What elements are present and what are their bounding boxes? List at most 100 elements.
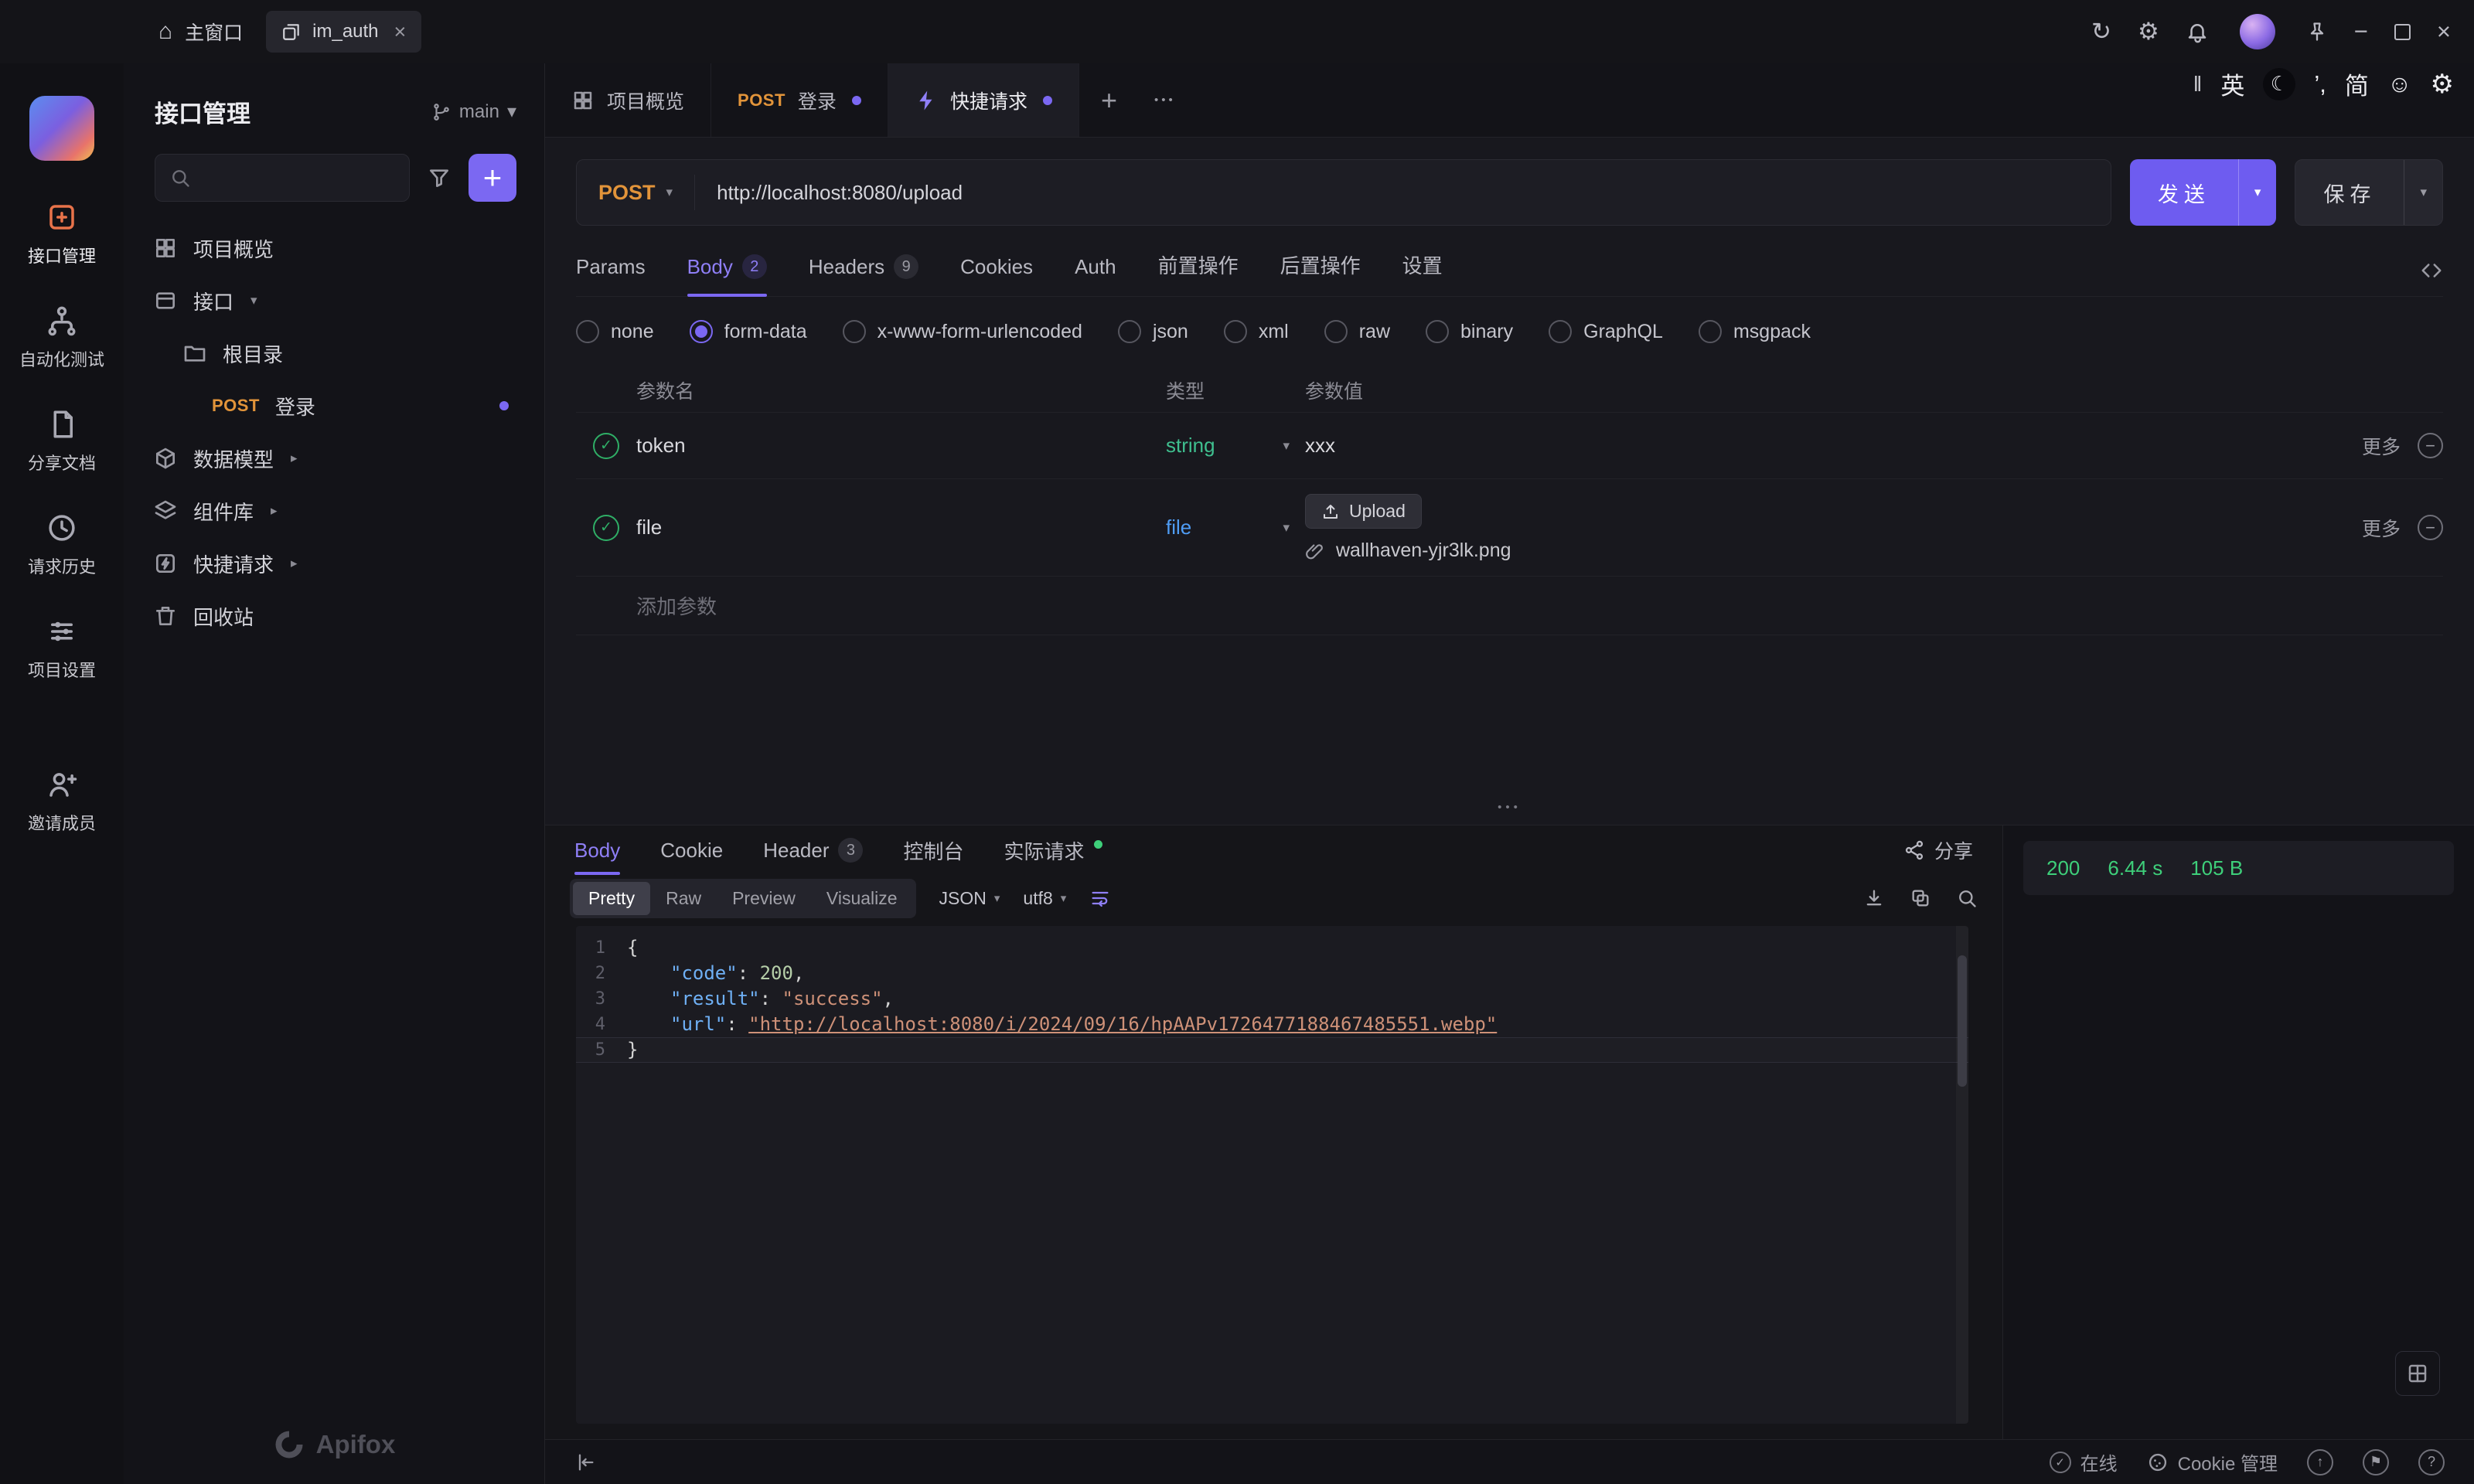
- layout-toggle-button[interactable]: [2395, 1351, 2440, 1396]
- rail-item-automated-testing[interactable]: 自动化测试: [19, 305, 104, 371]
- collapse-sidebar-icon[interactable]: [574, 1452, 596, 1473]
- maximize-button[interactable]: [2394, 23, 2411, 40]
- ime-charset-indicator[interactable]: 简: [2345, 66, 2369, 101]
- tab-auth[interactable]: Auth: [1075, 255, 1116, 296]
- tab-quick-request[interactable]: 快捷请求: [888, 63, 1079, 137]
- url-input[interactable]: http://localhost:8080/upload: [695, 181, 984, 205]
- method-select[interactable]: POST ▾: [577, 181, 694, 205]
- scrollbar[interactable]: [1956, 926, 1968, 1424]
- radio-binary[interactable]: binary: [1426, 320, 1513, 343]
- sidebar-item-project-overview[interactable]: 项目概览: [136, 222, 532, 274]
- upload-button[interactable]: Upload: [1305, 493, 1422, 529]
- tab-params[interactable]: Params: [576, 255, 646, 296]
- online-status[interactable]: ✓ 在线: [2049, 1448, 2118, 1475]
- format-select[interactable]: JSON ▾: [939, 888, 1000, 909]
- enabled-check-icon[interactable]: ✓: [593, 514, 619, 541]
- send-options-button[interactable]: ▾: [2237, 159, 2277, 226]
- avatar[interactable]: [2239, 14, 2275, 49]
- tab-response-cookie[interactable]: Cookie: [660, 825, 723, 875]
- sidebar-item-apis[interactable]: 接口 ▾: [136, 274, 532, 327]
- sidebar-item-root-folder[interactable]: 根目录: [136, 327, 532, 380]
- code-view-button[interactable]: [2420, 259, 2443, 296]
- param-value[interactable]: xxx: [1305, 434, 2304, 458]
- copy-icon[interactable]: [1910, 887, 1931, 909]
- pin-icon[interactable]: [2306, 21, 2328, 43]
- filter-button[interactable]: [427, 165, 452, 190]
- branch-selector[interactable]: main ▾: [431, 100, 516, 123]
- new-tab-button[interactable]: +: [1079, 63, 1139, 137]
- radio-xml[interactable]: xml: [1223, 320, 1289, 343]
- cookie-manager-button[interactable]: Cookie 管理: [2147, 1448, 2278, 1475]
- feedback-icon[interactable]: ⚑: [2363, 1448, 2389, 1475]
- word-wrap-button[interactable]: [1089, 887, 1111, 909]
- tab-headers[interactable]: Headers 9: [809, 254, 919, 296]
- mode-preview[interactable]: Preview: [717, 882, 811, 915]
- tab-response-header[interactable]: Header 3: [763, 825, 864, 875]
- encoding-select[interactable]: utf8 ▾: [1023, 888, 1066, 909]
- save-options-button[interactable]: ▾: [2404, 160, 2442, 225]
- close-tab-icon[interactable]: ×: [394, 20, 407, 44]
- sidebar-item-components[interactable]: 组件库 ▸: [136, 485, 532, 537]
- download-icon[interactable]: [1863, 887, 1885, 909]
- radio-raw[interactable]: raw: [1324, 320, 1390, 343]
- param-name[interactable]: token: [636, 434, 1166, 458]
- tab-response-body[interactable]: Body: [574, 825, 621, 875]
- main-window-button[interactable]: ⌂ 主窗口: [158, 18, 243, 46]
- rail-item-invite-members[interactable]: 邀请成员: [28, 768, 96, 835]
- emoji-icon[interactable]: ☺: [2387, 70, 2412, 98]
- mode-visualize[interactable]: Visualize: [811, 882, 913, 915]
- tab-actual-request[interactable]: 实际请求: [1004, 825, 1102, 875]
- remove-row-icon[interactable]: −: [2418, 433, 2443, 458]
- tab-overflow-button[interactable]: •••: [1139, 63, 1191, 137]
- tab-project-overview[interactable]: 项目概览: [545, 63, 712, 137]
- ime-lang-indicator[interactable]: 英: [2220, 66, 2244, 101]
- upgrade-icon[interactable]: ↑: [2307, 1448, 2333, 1475]
- search-input[interactable]: [155, 154, 410, 202]
- rail-item-api-management[interactable]: 接口管理: [28, 201, 96, 267]
- rail-item-project-settings[interactable]: 项目设置: [28, 615, 96, 682]
- help-icon[interactable]: ?: [2418, 1448, 2445, 1475]
- tab-cookies[interactable]: Cookies: [960, 255, 1033, 296]
- json-url-value[interactable]: "http://localhost:8080/i/2024/09/16/hpAA…: [748, 1013, 1497, 1035]
- sidebar-item-login-endpoint[interactable]: POST 登录: [136, 380, 532, 432]
- param-type-select[interactable]: string ▾: [1166, 434, 1305, 458]
- more-button[interactable]: 更多: [2362, 514, 2401, 542]
- scrollbar-thumb[interactable]: [1958, 955, 1967, 1087]
- radio-x-www-form-urlencoded[interactable]: x-www-form-urlencoded: [842, 320, 1082, 343]
- share-button[interactable]: 分享: [1903, 836, 1973, 864]
- ime-handle-icon[interactable]: ‖: [2193, 72, 2203, 97]
- radio-none[interactable]: none: [576, 320, 654, 343]
- rail-item-share-docs[interactable]: 分享文档: [28, 408, 96, 475]
- param-type-select[interactable]: file ▾: [1166, 516, 1305, 539]
- mode-raw[interactable]: Raw: [650, 882, 717, 915]
- team-logo[interactable]: [29, 96, 94, 161]
- sidebar-item-trash[interactable]: 回收站: [136, 590, 532, 642]
- enabled-check-icon[interactable]: ✓: [593, 432, 619, 459]
- bell-icon[interactable]: [2186, 20, 2209, 43]
- save-button[interactable]: 保存: [2295, 160, 2404, 225]
- moon-icon[interactable]: ☾: [2263, 67, 2296, 100]
- attached-file[interactable]: wallhaven-yjr3lk.png: [1305, 539, 2304, 562]
- tab-pre-operations[interactable]: 前置操作: [1158, 250, 1239, 296]
- rail-item-request-history[interactable]: 请求历史: [28, 512, 96, 578]
- tab-console[interactable]: 控制台: [903, 825, 963, 875]
- param-name[interactable]: file: [636, 516, 1166, 539]
- more-button[interactable]: 更多: [2362, 432, 2401, 460]
- minimize-button[interactable]: −: [2354, 18, 2368, 46]
- sidebar-item-data-models[interactable]: 数据模型 ▸: [136, 432, 532, 485]
- radio-form-data[interactable]: form-data: [689, 320, 807, 343]
- remove-row-icon[interactable]: −: [2418, 515, 2443, 540]
- response-body-editor[interactable]: 1 { 2 "code": 200, 3 "result": "success"…: [576, 926, 1968, 1424]
- tab-settings[interactable]: 设置: [1402, 250, 1443, 296]
- sidebar-item-quick-request[interactable]: 快捷请求 ▸: [136, 537, 532, 590]
- tab-post-operations[interactable]: 后置操作: [1280, 250, 1361, 296]
- add-button[interactable]: +: [469, 154, 516, 202]
- radio-msgpack[interactable]: msgpack: [1698, 320, 1811, 343]
- refresh-icon[interactable]: ↻: [2091, 18, 2111, 46]
- mode-pretty[interactable]: Pretty: [573, 881, 651, 915]
- search-icon[interactable]: [1956, 887, 1978, 909]
- radio-json[interactable]: json: [1117, 320, 1188, 343]
- tab-login-endpoint[interactable]: POST 登录: [711, 63, 888, 137]
- send-button[interactable]: 发送: [2130, 159, 2238, 226]
- tab-body[interactable]: Body 2: [687, 254, 768, 297]
